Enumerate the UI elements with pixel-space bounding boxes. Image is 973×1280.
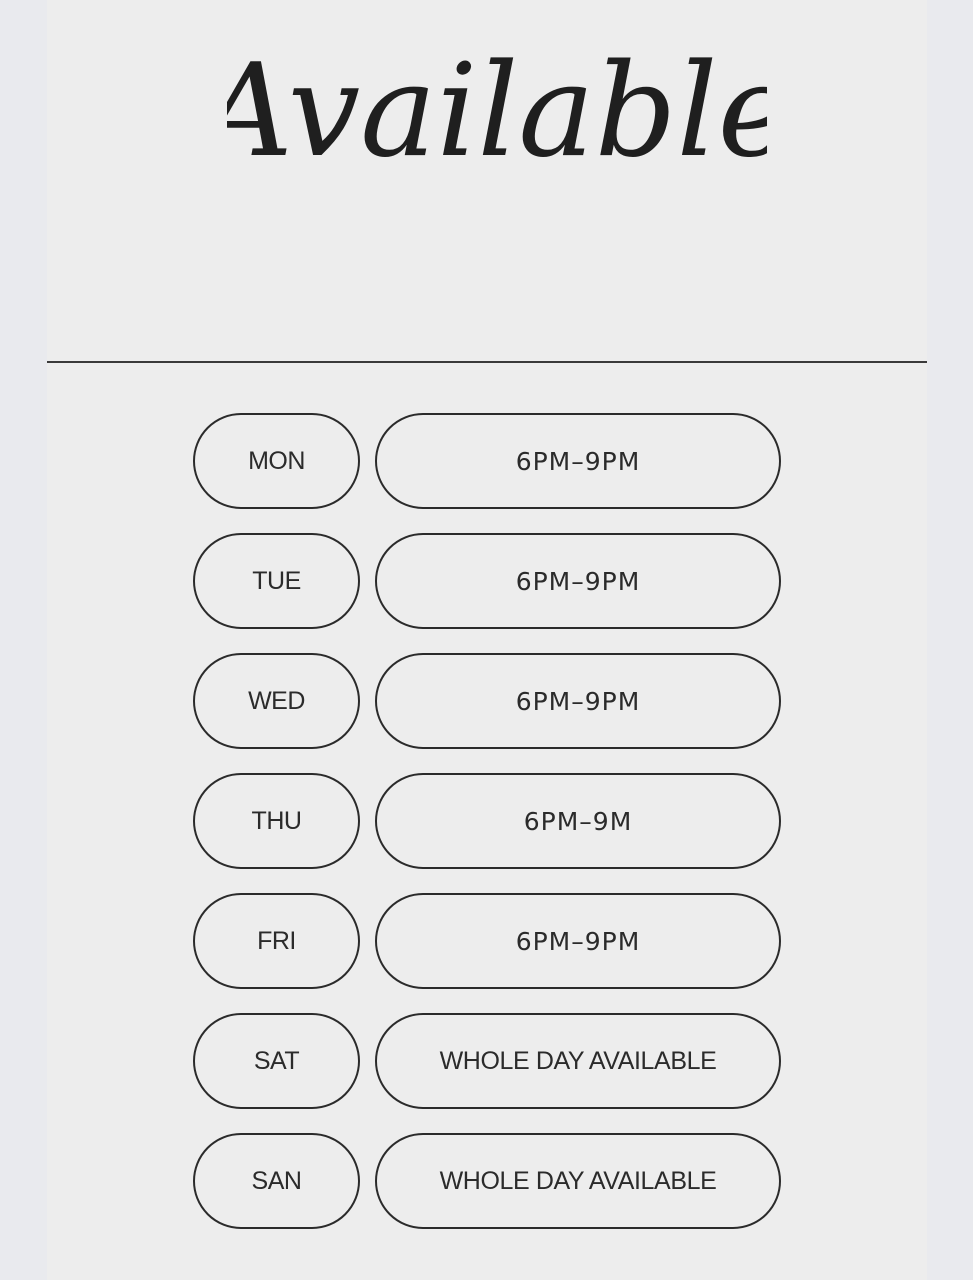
time-pill-wed: 6PM–9PM	[375, 653, 781, 749]
day-pill-mon: MON	[193, 413, 360, 509]
day-pill-thu: THU	[193, 773, 360, 869]
availability-card: Available MON 6PM–9PM TUE 6PM–9PM WED 6P…	[47, 0, 927, 1280]
schedule-row-sat: SAT WHOLE DAY AVAILABLE	[193, 1013, 781, 1109]
script-title: Available	[227, 37, 767, 186]
schedule-row-wed: WED 6PM–9PM	[193, 653, 781, 749]
time-pill-san: WHOLE DAY AVAILABLE	[375, 1133, 781, 1229]
time-pill-tue: 6PM–9PM	[375, 533, 781, 629]
day-pill-fri: FRI	[193, 893, 360, 989]
day-pill-wed: WED	[193, 653, 360, 749]
time-pill-fri: 6PM–9PM	[375, 893, 781, 989]
schedule-row-fri: FRI 6PM–9PM	[193, 893, 781, 989]
page-title: Available	[227, 37, 767, 186]
time-pill-mon: 6PM–9PM	[375, 413, 781, 509]
day-pill-tue: TUE	[193, 533, 360, 629]
time-pill-sat: WHOLE DAY AVAILABLE	[375, 1013, 781, 1109]
time-pill-thu: 6PM–9M	[375, 773, 781, 869]
schedule-row-thu: THU 6PM–9M	[193, 773, 781, 869]
title-area: Available	[47, 0, 927, 362]
day-pill-san: SAN	[193, 1133, 360, 1229]
day-pill-sat: SAT	[193, 1013, 360, 1109]
schedule-row-san: SAN WHOLE DAY AVAILABLE	[193, 1133, 781, 1229]
divider	[47, 361, 927, 363]
schedule-row-mon: MON 6PM–9PM	[193, 413, 781, 509]
schedule-row-tue: TUE 6PM–9PM	[193, 533, 781, 629]
